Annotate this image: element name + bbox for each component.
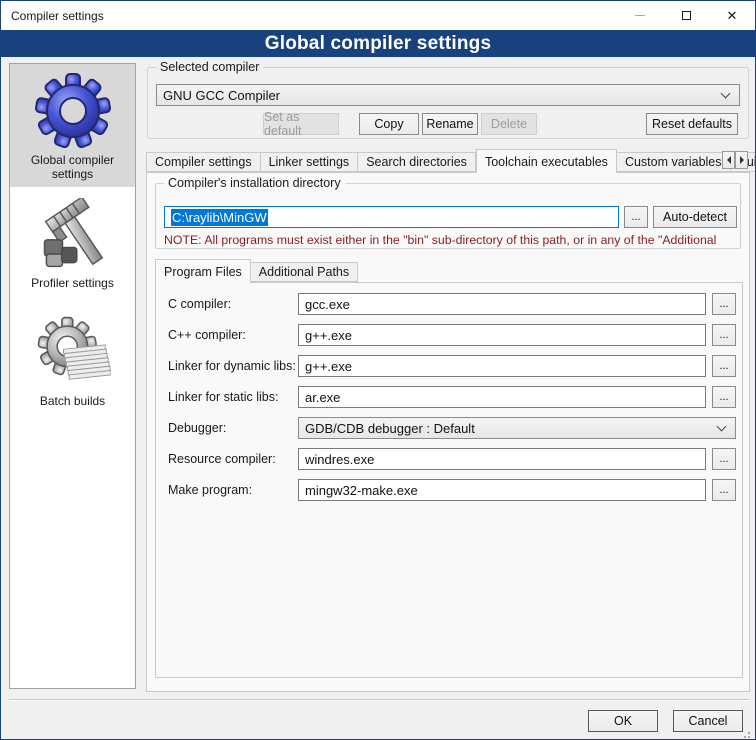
sidebar-item-label: Global compiler settings	[10, 151, 135, 181]
footer-divider	[9, 699, 749, 701]
static-linker-browse-button[interactable]: ...	[712, 386, 736, 408]
close-button[interactable]: ✕	[709, 1, 755, 30]
ok-button[interactable]: OK	[588, 710, 658, 732]
caption-buttons: ✕	[617, 1, 755, 30]
title-bar[interactable]: Compiler settings ✕	[1, 1, 755, 30]
maximize-icon	[682, 11, 691, 20]
cpp-compiler-label: C++ compiler:	[168, 328, 246, 342]
static-linker-row: Linker for static libs: ...	[156, 386, 742, 408]
minimize-icon	[635, 15, 645, 16]
cancel-button[interactable]: Cancel	[673, 710, 743, 732]
install-dir-browse-button[interactable]: ...	[624, 206, 648, 228]
c-compiler-row: C compiler: ...	[156, 293, 742, 315]
copy-button[interactable]: Copy	[359, 113, 419, 135]
maximize-button[interactable]	[663, 1, 709, 30]
sidebar-item-label: Batch builds	[10, 392, 135, 408]
dialog-banner: Global compiler settings	[1, 30, 755, 57]
static-linker-label: Linker for static libs:	[168, 390, 278, 404]
debugger-select[interactable]: GDB/CDB debugger : Default	[298, 417, 736, 439]
chevron-down-icon	[721, 88, 731, 98]
install-dir-group: Compiler's installation directory C:\ray…	[155, 183, 741, 249]
tab-toolchain-executables[interactable]: Toolchain executables	[476, 149, 617, 173]
tab-compiler-settings[interactable]: Compiler settings	[146, 152, 261, 172]
resource-compiler-row: Resource compiler: ...	[156, 448, 742, 470]
resize-grip[interactable]	[748, 732, 750, 734]
dynamic-linker-browse-button[interactable]: ...	[712, 355, 736, 377]
tab-program-files[interactable]: Program Files	[155, 259, 251, 283]
tab-additional-paths[interactable]: Additional Paths	[251, 262, 358, 282]
gray-gear-stack-icon	[35, 316, 111, 392]
tab-search-directories[interactable]: Search directories	[358, 152, 476, 172]
make-program-label: Make program:	[168, 483, 252, 497]
window-title: Compiler settings	[11, 9, 104, 23]
tab-scroll-left-button[interactable]	[722, 151, 735, 169]
install-dir-selected-text: C:\raylib\MinGW	[171, 209, 268, 226]
settings-tabstrip: Compiler settings Linker settings Search…	[146, 148, 756, 172]
program-tabstrip: Program Files Additional Paths	[155, 258, 358, 282]
c-compiler-browse-button[interactable]: ...	[712, 293, 736, 315]
cpp-compiler-browse-button[interactable]: ...	[712, 324, 736, 346]
make-program-input[interactable]	[298, 479, 706, 501]
tab-custom-variables[interactable]: Custom variables	[617, 152, 731, 172]
c-compiler-label: C compiler:	[168, 297, 231, 311]
install-dir-note: NOTE: All programs must exist either in …	[164, 233, 738, 247]
settings-sidebar: Global compiler settings	[9, 63, 136, 689]
debugger-select-value: GDB/CDB debugger : Default	[299, 421, 718, 436]
set-as-default-button[interactable]: Set as default	[263, 113, 339, 135]
arrow-right-icon	[740, 156, 744, 164]
sidebar-item-batch-builds[interactable]: Batch builds	[10, 308, 135, 418]
rename-button[interactable]: Rename	[422, 113, 478, 135]
autodetect-button[interactable]: Auto-detect	[653, 206, 737, 228]
resource-compiler-input[interactable]	[298, 448, 706, 470]
selected-compiler-legend: Selected compiler	[156, 60, 263, 74]
tab-linker-settings[interactable]: Linker settings	[261, 152, 359, 172]
banner-title: Global compiler settings	[265, 33, 492, 55]
delete-button[interactable]: Delete	[481, 113, 537, 135]
c-compiler-input[interactable]	[298, 293, 706, 315]
debugger-row: Debugger: GDB/CDB debugger : Default	[156, 417, 742, 439]
install-dir-legend: Compiler's installation directory	[164, 176, 345, 190]
resource-compiler-browse-button[interactable]: ...	[712, 448, 736, 470]
toolchain-executables-page: Compiler's installation directory C:\ray…	[146, 172, 750, 692]
blue-gear-icon	[33, 71, 113, 151]
dynamic-linker-input[interactable]	[298, 355, 706, 377]
compiler-select-value: GNU GCC Compiler	[157, 88, 722, 103]
cpp-compiler-input[interactable]	[298, 324, 706, 346]
compiler-settings-dialog: Compiler settings ✕ Global compiler sett…	[0, 0, 756, 740]
dynamic-linker-row: Linker for dynamic libs: ...	[156, 355, 742, 377]
install-dir-input[interactable]: C:\raylib\MinGW	[164, 206, 619, 228]
caliper-icon	[35, 198, 111, 274]
cpp-compiler-row: C++ compiler: ...	[156, 324, 742, 346]
reset-defaults-button[interactable]: Reset defaults	[646, 113, 738, 135]
chevron-down-icon	[717, 421, 727, 431]
make-program-browse-button[interactable]: ...	[712, 479, 736, 501]
minimize-button[interactable]	[617, 1, 663, 30]
debugger-label: Debugger:	[168, 421, 226, 435]
resource-compiler-label: Resource compiler:	[168, 452, 276, 466]
arrow-left-icon	[727, 156, 731, 164]
compiler-select[interactable]: GNU GCC Compiler	[156, 84, 740, 106]
sidebar-item-profiler-settings[interactable]: Profiler settings	[10, 194, 135, 298]
sidebar-item-label: Profiler settings	[10, 274, 135, 290]
close-icon: ✕	[727, 9, 738, 22]
compiler-actions-row: Set as default Copy Rename Delete Reset …	[1, 113, 756, 135]
tab-scroll-arrows	[722, 151, 748, 169]
make-program-row: Make program: ...	[156, 479, 742, 501]
tab-scroll-right-button[interactable]	[735, 151, 748, 169]
dynamic-linker-label: Linker for dynamic libs:	[168, 359, 296, 373]
program-files-page: C compiler: ... C++ compiler: ... Linker…	[155, 282, 743, 678]
static-linker-input[interactable]	[298, 386, 706, 408]
